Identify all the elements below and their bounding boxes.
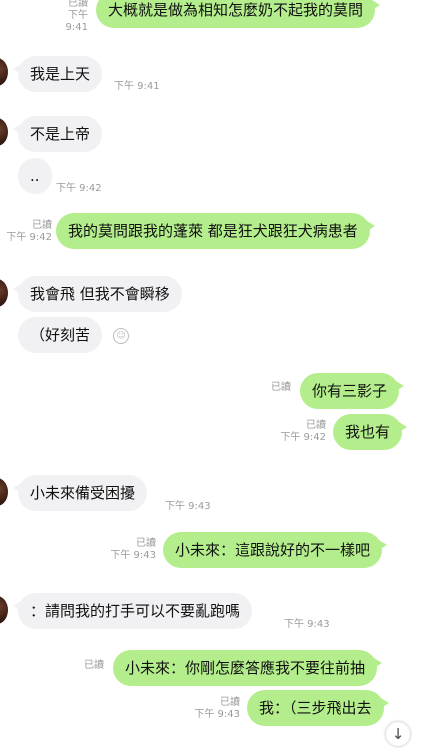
message-text: （好刻苦 [30, 326, 91, 344]
message-text: ：請問我的打手可以不要亂跑嗎 [30, 602, 241, 620]
read-receipt: 已讀 [32, 220, 52, 231]
timestamp: 下午 9:41 [65, 10, 88, 33]
incoming-message[interactable]: ：請問我的打手可以不要亂跑嗎 [12, 593, 253, 629]
outgoing-message[interactable]: 我：（三步飛出去 [247, 690, 389, 726]
contact-avatar[interactable] [0, 596, 8, 624]
scroll-to-bottom-button[interactable]: ↓ [386, 722, 410, 746]
contact-avatar[interactable] [0, 279, 8, 307]
outgoing-message[interactable]: 我的莫問跟我的蓬萊 都是狂犬跟狂犬病患者 [56, 213, 375, 249]
message-text: 我會飛 但我不會瞬移 [30, 285, 170, 303]
message-text: 我：（三步飛出去 [259, 699, 372, 717]
timestamp: 下午 9:43 [110, 550, 156, 561]
arrow-down-icon: ↓ [391, 725, 405, 743]
outgoing-message[interactable]: 小未來：這跟說好的不一樣吧 [163, 532, 388, 568]
message-text: 小未來：你剛怎麼答應我不要往前抽 [125, 659, 366, 677]
message-meta: 已讀 下午 9:41 [44, 0, 88, 34]
incoming-message[interactable]: 我會飛 但我不會瞬移 [13, 276, 182, 312]
outgoing-message[interactable]: 你有三影子 [300, 373, 405, 409]
timestamp: 下午 9:42 [56, 183, 102, 194]
read-receipt: 已讀 [136, 538, 156, 549]
message-meta: 已讀 下午 9:42 [278, 420, 326, 444]
message-meta: 已讀 下午 9:42 [4, 220, 52, 244]
message-text: 我是上天 [30, 65, 91, 83]
message-text: 小未來備受困擾 [30, 484, 136, 502]
incoming-message[interactable]: 小未來備受困擾 [12, 475, 148, 511]
message-text: 不是上帝 [30, 125, 91, 143]
contact-avatar[interactable] [0, 58, 8, 86]
outgoing-message[interactable]: 大概就是做為相知怎麼奶不起我的莫問 [96, 0, 381, 28]
message-text: 小未來：這跟說好的不一樣吧 [175, 541, 371, 559]
message-text: .. [30, 167, 40, 185]
incoming-message[interactable]: 我是上天 [12, 56, 103, 92]
timestamp: 下午 9:42 [6, 232, 52, 243]
message-meta: 已讀 下午 9:43 [192, 697, 240, 721]
message-text: 我的莫問跟我的蓬萊 都是狂犬跟狂犬病患者 [68, 222, 358, 240]
read-receipt: 已讀 [68, 0, 88, 9]
timestamp: 下午 9:43 [165, 501, 211, 512]
outgoing-message[interactable]: 我也有 [333, 414, 408, 450]
incoming-message[interactable]: 不是上帝 [12, 116, 103, 152]
contact-avatar[interactable] [0, 118, 8, 146]
read-receipt: 已讀 [84, 660, 104, 671]
incoming-message[interactable]: .. [18, 158, 52, 194]
emoji-react-icon[interactable]: ☺ [113, 328, 129, 344]
read-receipt: 已讀 [220, 697, 240, 708]
timestamp: 下午 9:43 [284, 619, 330, 630]
timestamp: 下午 9:42 [280, 432, 326, 443]
contact-avatar[interactable] [0, 478, 8, 506]
message-text: 你有三影子 [312, 382, 388, 400]
message-meta: 已讀 下午 9:43 [108, 538, 156, 562]
read-receipt: 已讀 [306, 420, 326, 431]
timestamp: 下午 9:43 [194, 709, 240, 720]
message-text: 我也有 [345, 423, 391, 441]
outgoing-message[interactable]: 小未來：你剛怎麼答應我不要往前抽 [113, 650, 383, 686]
read-receipt: 已讀 [271, 382, 291, 393]
incoming-message[interactable]: （好刻苦 [18, 317, 103, 353]
timestamp: 下午 9:41 [114, 81, 160, 92]
message-text: 大概就是做為相知怎麼奶不起我的莫問 [108, 1, 364, 19]
